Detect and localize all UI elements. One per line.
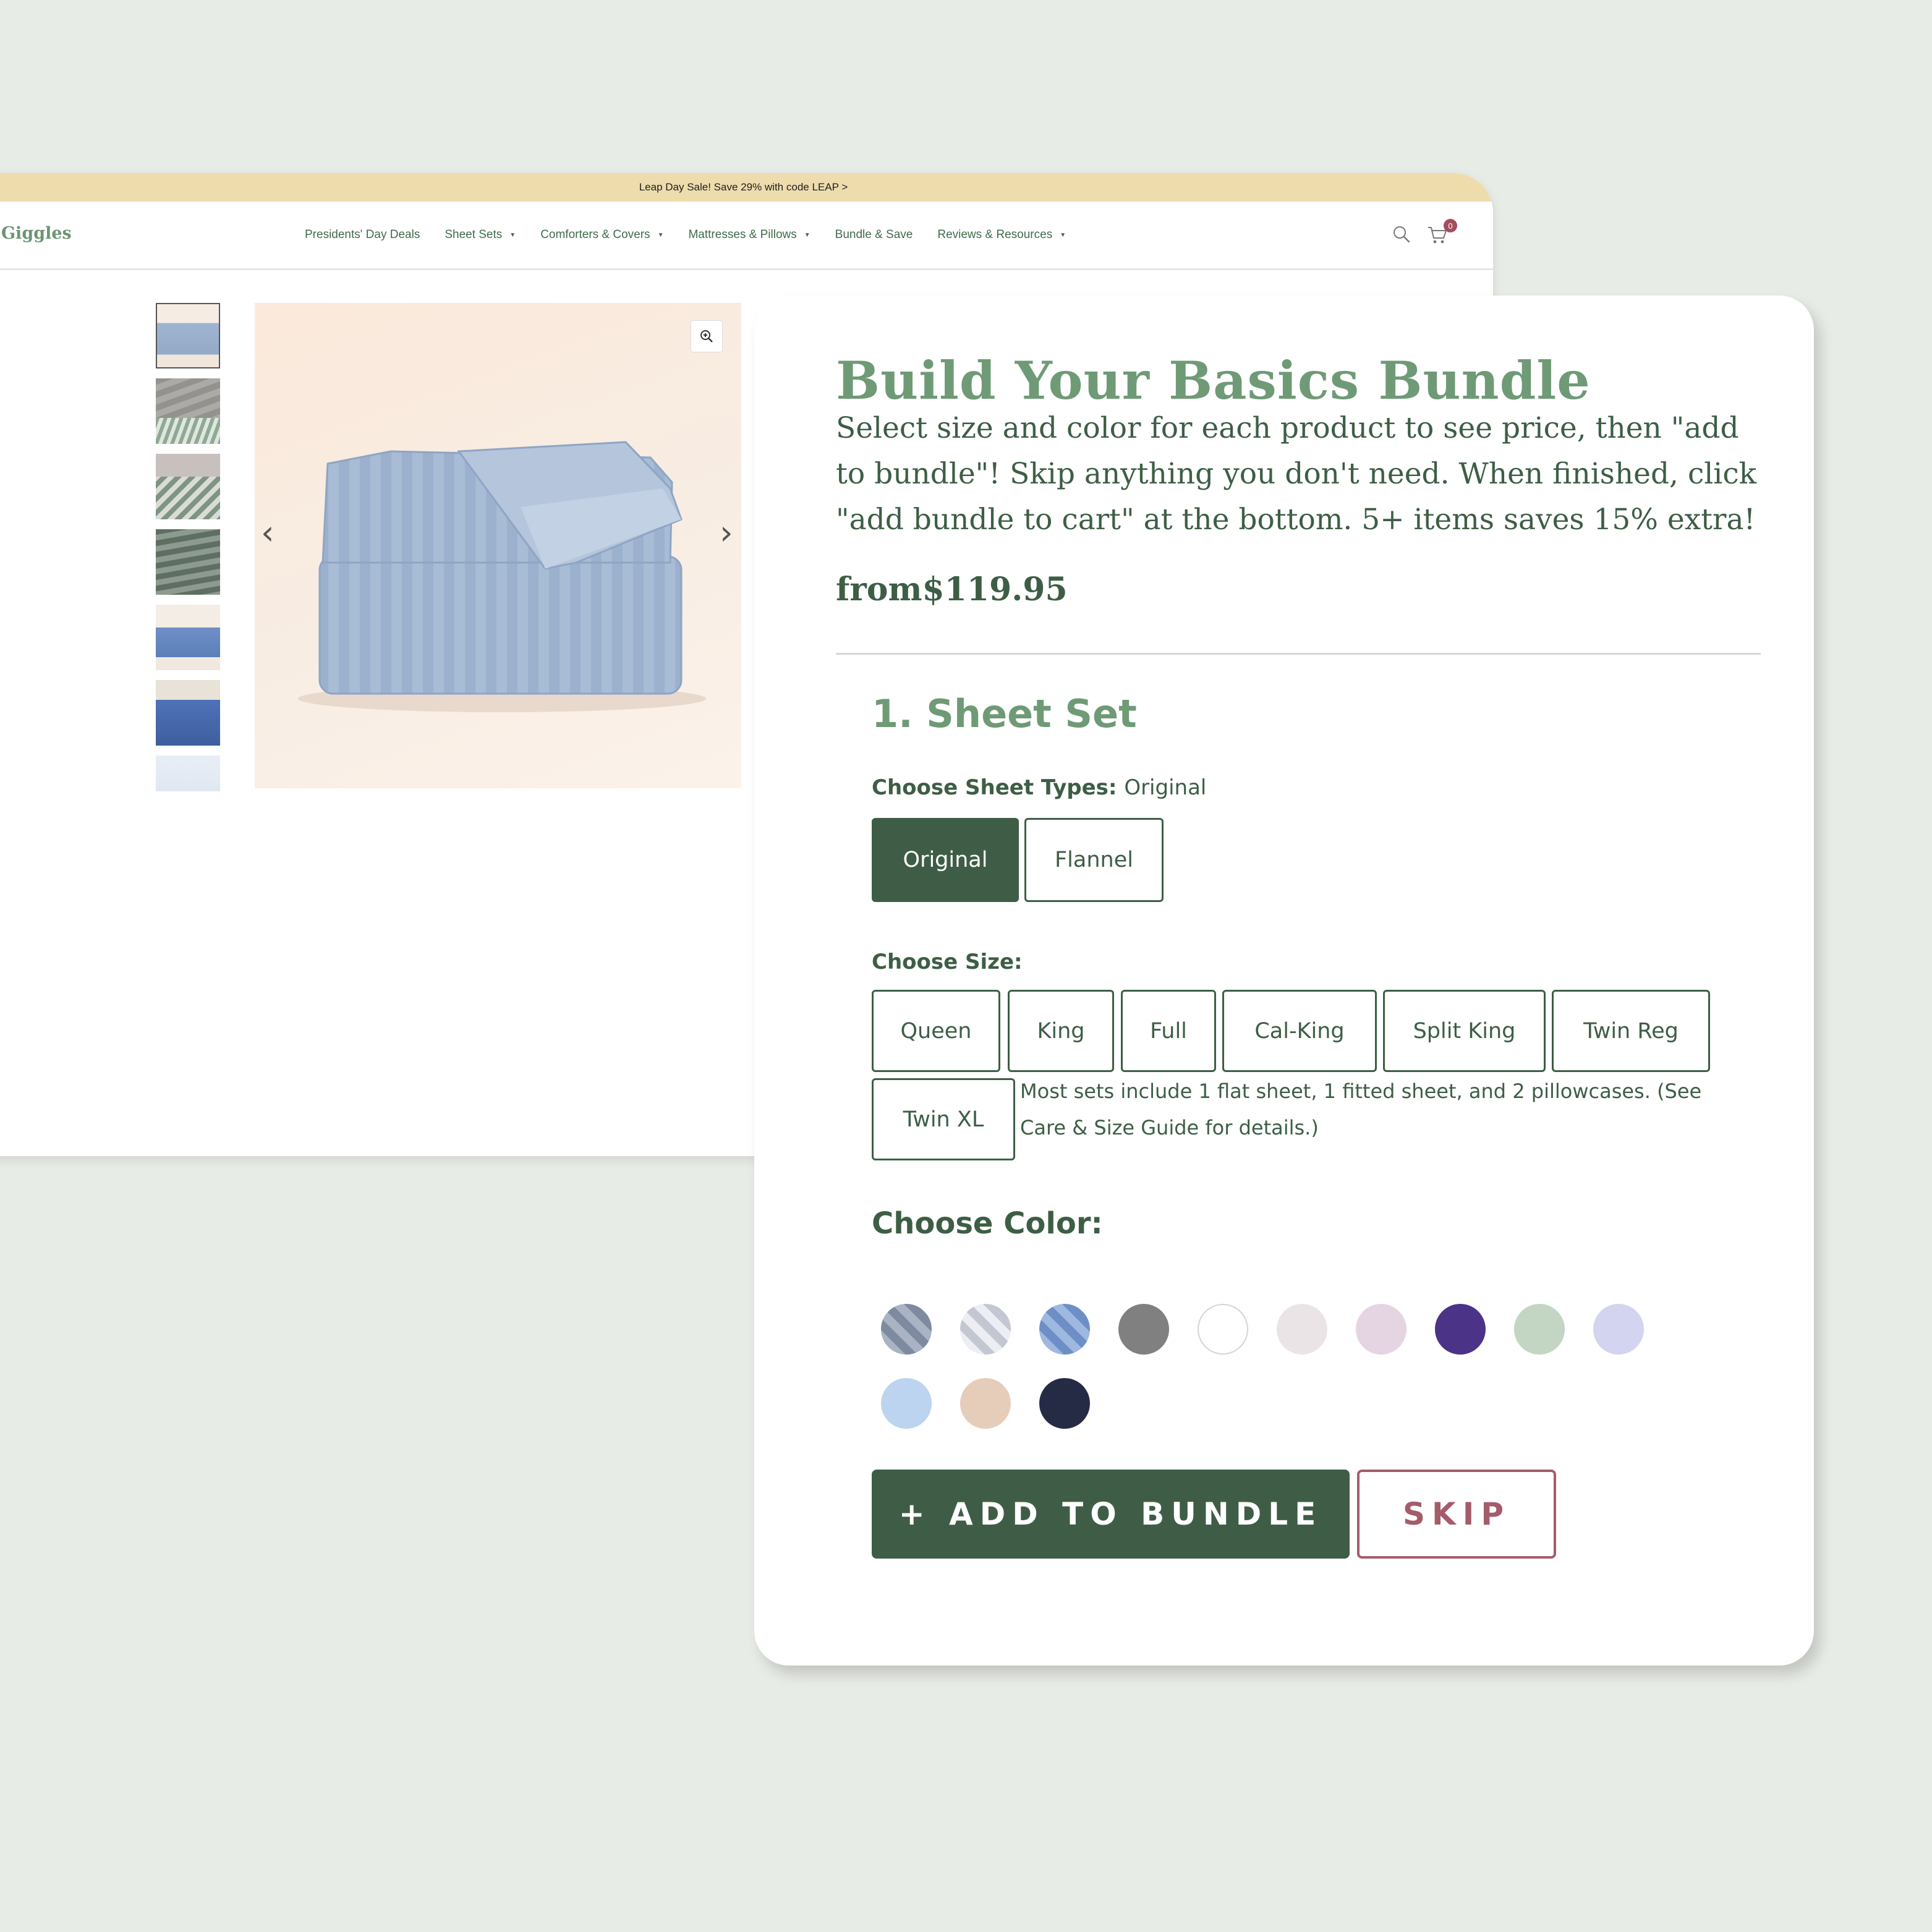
nav-item-bundle-save[interactable]: Bundle & Save xyxy=(835,228,913,242)
caret-down-icon: ▼ xyxy=(1060,231,1066,239)
color-swatch-gray[interactable] xyxy=(1118,1304,1169,1355)
main-nav: Presidents' Day Deals Sheet Sets ▼ Comfo… xyxy=(305,202,1091,268)
color-swatch-navy-stripe[interactable] xyxy=(881,1304,932,1355)
zoom-in-icon xyxy=(700,330,713,343)
nav-item-mattresses-pillows[interactable]: Mattresses & Pillows ▼ xyxy=(688,228,810,242)
nav-item-comforters-covers[interactable]: Comforters & Covers ▼ xyxy=(540,228,663,242)
size-full-button[interactable]: Full xyxy=(1121,990,1216,1072)
cart-count-badge: 0 xyxy=(1444,219,1457,232)
nav-item-label: Reviews & Resources xyxy=(937,228,1053,241)
size-twin-reg-button[interactable]: Twin Reg xyxy=(1552,990,1710,1072)
size-note: Most sets include 1 flat sheet, 1 fitted… xyxy=(1020,1079,1702,1139)
nav-item-label: Presidents' Day Deals xyxy=(305,228,420,241)
bundle-title: Build Your Basics Bundle xyxy=(836,350,1591,411)
size-label: Choose Size: xyxy=(872,950,1023,974)
nav-item-sheet-sets[interactable]: Sheet Sets ▼ xyxy=(445,228,516,242)
search-icon[interactable] xyxy=(1392,225,1411,244)
sheet-type-selected-value: Original xyxy=(1124,775,1207,800)
zoom-button[interactable] xyxy=(691,320,723,352)
thumbnail-6[interactable] xyxy=(156,680,220,746)
size-twin-xl-button[interactable]: Twin XL xyxy=(872,1078,1015,1160)
thumbnail-3[interactable] xyxy=(156,454,220,519)
site-header: Giggles Presidents' Day Deals Sheet Sets… xyxy=(0,202,1493,270)
nav-item-label: Sheet Sets xyxy=(445,228,503,241)
color-swatch-white[interactable] xyxy=(1198,1304,1248,1355)
size-cal-king-button[interactable]: Cal-King xyxy=(1222,990,1377,1072)
sheet-type-flannel-button[interactable]: Flannel xyxy=(1024,818,1164,902)
color-swatch-blue-stripe[interactable] xyxy=(1039,1304,1090,1355)
promo-banner[interactable]: Leap Day Sale! Save 29% with code LEAP > xyxy=(0,173,1493,202)
caret-down-icon: ▼ xyxy=(509,231,516,239)
thumbnail-5[interactable] xyxy=(156,605,220,670)
color-swatch-light-gray-stripe[interactable] xyxy=(960,1304,1011,1355)
color-swatch-light-pink[interactable] xyxy=(1277,1304,1327,1355)
fabric-detail xyxy=(156,417,220,444)
sheet-type-original-button[interactable]: Original xyxy=(872,818,1019,902)
color-swatch-lilac[interactable] xyxy=(1356,1304,1406,1355)
prev-image-arrow[interactable]: ‹ xyxy=(261,513,274,552)
size-split-king-button[interactable]: Split King xyxy=(1383,990,1546,1072)
thumbnail-7[interactable] xyxy=(156,755,220,791)
nav-item-label: Mattresses & Pillows xyxy=(688,228,797,241)
bundle-price: from$119.95 xyxy=(836,571,1068,608)
color-swatch-purple[interactable] xyxy=(1435,1304,1486,1355)
divider xyxy=(836,653,1761,655)
nav-item-presidents-day-deals[interactable]: Presidents' Day Deals xyxy=(305,228,420,242)
thumbnail-1[interactable] xyxy=(156,303,220,368)
folded-sheets-illustration xyxy=(298,441,706,712)
skip-button[interactable]: SKIP xyxy=(1357,1470,1556,1559)
thumbnail-strip xyxy=(156,303,223,791)
nav-item-reviews-resources[interactable]: Reviews & Resources ▼ xyxy=(937,228,1066,242)
section-title: 1. Sheet Set xyxy=(872,691,1137,736)
nav-item-label: Comforters & Covers xyxy=(540,228,650,241)
color-swatch-sage[interactable] xyxy=(1514,1304,1565,1355)
bundle-description: Select size and color for each product t… xyxy=(836,411,1757,537)
promo-text[interactable]: Leap Day Sale! Save 29% with code LEAP > xyxy=(639,181,848,194)
color-swatch-sand[interactable] xyxy=(960,1378,1011,1429)
color-label: Choose Color: xyxy=(872,1206,1103,1241)
nav-item-label: Bundle & Save xyxy=(835,228,913,241)
thumbnail-2[interactable] xyxy=(156,378,220,444)
color-swatch-midnight[interactable] xyxy=(1039,1378,1090,1429)
size-king-button[interactable]: King xyxy=(1008,990,1114,1072)
color-swatch-lavender[interactable] xyxy=(1593,1304,1644,1355)
size-queen-button[interactable]: Queen xyxy=(872,990,1000,1072)
sheet-type-label: Choose Sheet Types: Original xyxy=(872,775,1206,800)
add-to-bundle-button[interactable]: + ADD TO BUNDLE xyxy=(872,1470,1350,1559)
logo[interactable]: Giggles xyxy=(1,224,72,243)
thumbnail-4[interactable] xyxy=(156,529,220,595)
sheet-type-label-text: Choose Sheet Types: xyxy=(872,775,1117,800)
product-image[interactable]: ‹ › xyxy=(255,303,741,788)
caret-down-icon: ▼ xyxy=(804,231,811,239)
caret-down-icon: ▼ xyxy=(657,231,664,239)
fabric-detail xyxy=(156,454,220,477)
next-image-arrow[interactable]: › xyxy=(720,513,733,552)
bundle-builder-card: Build Your Basics Bundle Select size and… xyxy=(754,296,1814,1666)
color-swatch-sky-blue[interactable] xyxy=(881,1378,932,1429)
